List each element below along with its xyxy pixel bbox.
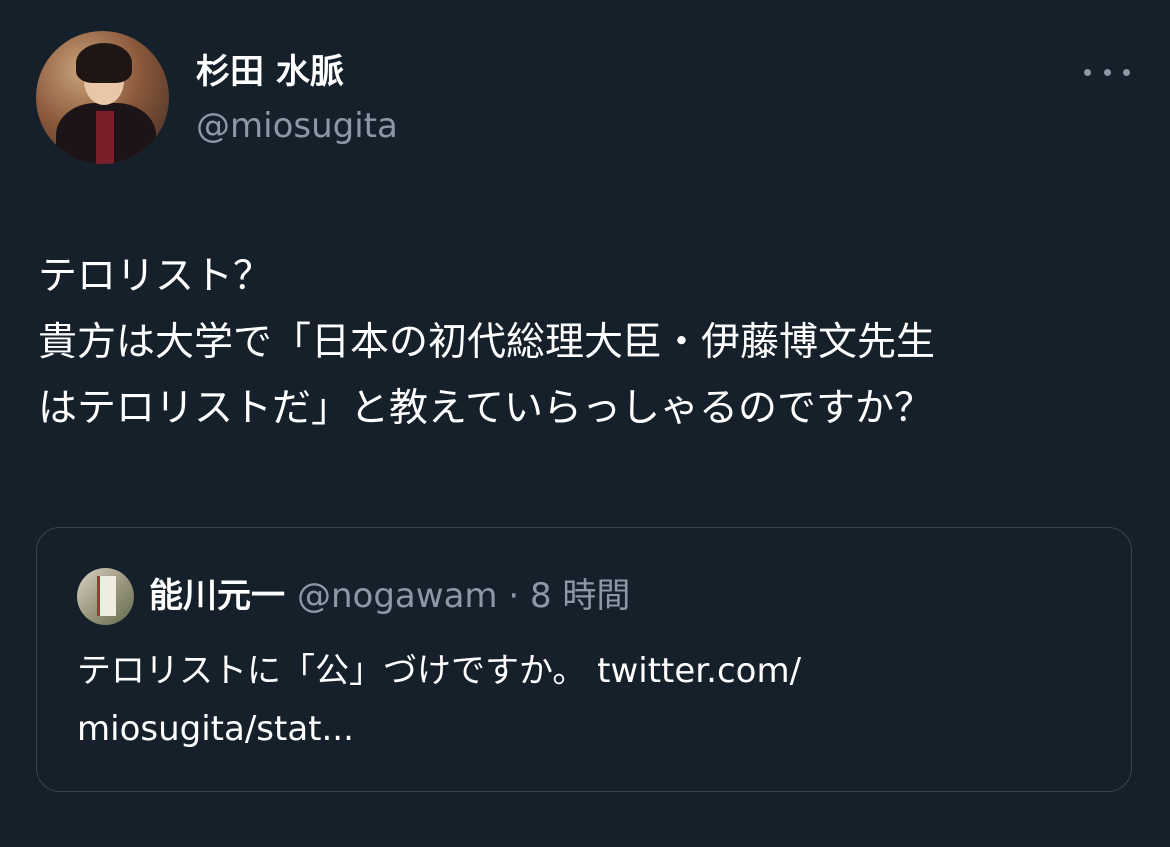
tweet-text-line: はテロリストだ」と教えていらっしゃるのですか？ <box>38 386 934 431</box>
more-dot <box>1103 68 1111 76</box>
more-dot <box>1084 68 1091 76</box>
quoted-header: 能川元一 @nogawam · 8 時間 <box>149 572 630 620</box>
avatar-scarf-shape <box>96 111 114 164</box>
tweet-text-line: 貴方は大学で「日本の初代総理大臣・伊藤博文先生 <box>38 320 936 365</box>
avatar-sign-shape <box>97 576 116 616</box>
more-dot <box>1123 68 1130 76</box>
quoted-author-avatar[interactable] <box>77 568 134 625</box>
quoted-author-name[interactable]: 能川元一 <box>149 576 285 616</box>
tweet-text-line: テロリスト？ <box>38 254 273 299</box>
quoted-tweet[interactable]: 能川元一 @nogawam · 8 時間 テロリストに「公」づけですか。 twit… <box>36 527 1132 792</box>
author-name[interactable]: 杉田 水脈 <box>196 50 344 94</box>
more-options-icon[interactable] <box>1084 62 1130 82</box>
quoted-text: テロリストに「公」づけですか。 twitter.com/ miosugita/s… <box>77 642 1097 758</box>
quoted-text-line: miosugita/stat... <box>77 709 354 749</box>
avatar-hair-shape <box>76 43 132 83</box>
author-handle[interactable]: @miosugita <box>196 104 398 148</box>
quoted-text-line: テロリストに「公」づけですか。 twitter.com/ <box>77 651 802 691</box>
tweet-text: テロリスト？ 貴方は大学で「日本の初代総理大臣・伊藤博文先生 はテロリストだ」と… <box>38 244 1148 442</box>
author-avatar[interactable] <box>36 31 169 164</box>
quoted-meta: @nogawam · 8 時間 <box>297 576 631 616</box>
